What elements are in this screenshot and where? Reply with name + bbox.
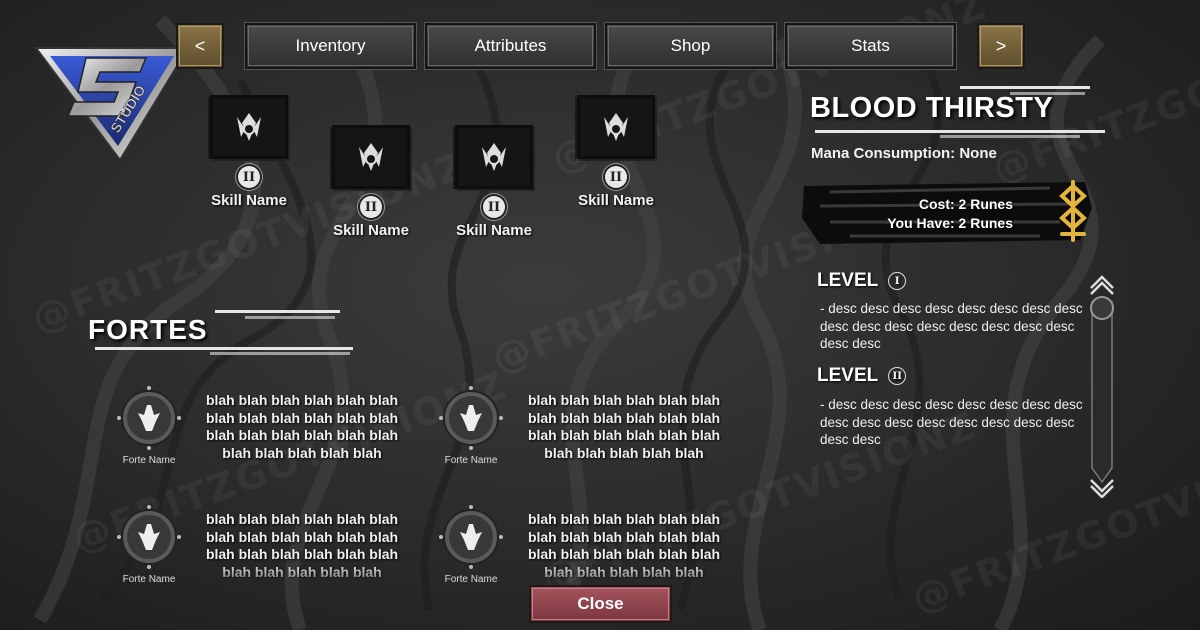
skill-crest-icon	[580, 98, 652, 156]
title-stroke	[815, 130, 1105, 133]
skill-name: Skill Name	[333, 222, 409, 239]
level-heading: LEVEL I	[817, 270, 907, 292]
skill-crest-icon	[458, 128, 530, 186]
forte-description: blah blah blah blah blah blah blah blah …	[205, 392, 399, 461]
forte-description: blah blah blah blah blah blah blah blah …	[527, 392, 721, 461]
forte-item[interactable]: Forte Name blah blah blah blah blah blah…	[114, 385, 434, 485]
skill-slot[interactable]: II Skill Name	[311, 128, 431, 239]
rune-icon	[1059, 180, 1087, 242]
title-stroke	[960, 86, 1090, 89]
forte-item[interactable]: Forte Name blah blah blah blah blah blah…	[436, 385, 756, 485]
mana-label: Mana Consumption:	[811, 145, 956, 162]
cost-line: Cost: 2 Runes	[918, 196, 1013, 212]
level-heading: LEVEL II	[817, 365, 907, 387]
level-label: LEVEL	[817, 365, 879, 386]
forte-emblem-icon	[117, 386, 181, 450]
rank-badge: II	[238, 166, 260, 188]
tab-stats[interactable]: Stats	[785, 23, 956, 69]
nav-prev-button[interactable]: <	[176, 23, 224, 69]
title-stroke	[940, 135, 1080, 138]
forte-name: Forte Name	[444, 455, 498, 466]
scroll-thumb[interactable]	[1090, 296, 1114, 320]
description-scrollbar[interactable]	[1085, 272, 1119, 498]
forte-name: Forte Name	[122, 574, 176, 585]
tab-attributes[interactable]: Attributes	[425, 23, 596, 69]
forte-description: blah blah blah blah blah blah blah blah …	[527, 511, 721, 580]
level-rank-badge: II	[888, 367, 907, 385]
level-description: - desc desc desc desc desc desc desc des…	[820, 301, 1083, 351]
mana-consumption: Mana Consumption: None	[811, 145, 997, 162]
forte-description: blah blah blah blah blah blah blah blah …	[205, 511, 399, 580]
skill-name: Skill Name	[456, 222, 532, 239]
title-stroke	[215, 310, 340, 313]
you-have-line: You Have: 2 Runes	[887, 215, 1013, 231]
title-stroke	[210, 352, 350, 355]
title-stroke	[95, 347, 353, 350]
forte-item[interactable]: Forte Name blah blah blah blah blah blah…	[114, 504, 434, 604]
level-rank-badge: I	[888, 272, 907, 290]
title-stroke	[245, 316, 335, 319]
studio-logo: STUDIO	[34, 47, 190, 162]
tab-inventory[interactable]: Inventory	[245, 23, 416, 69]
forte-name: Forte Name	[122, 455, 176, 466]
skill-detail-title: BLOOD THIRSTY	[810, 92, 1054, 124]
forte-emblem-icon	[117, 505, 181, 569]
rank-badge: II	[360, 196, 382, 218]
scroll-up-icon[interactable]	[1090, 275, 1114, 295]
rune-cost-text: Cost: 2 Runes You Have: 2 Runes	[887, 195, 1013, 233]
skill-slot[interactable]: II Skill Name	[189, 98, 309, 209]
mana-value: None	[959, 145, 997, 162]
forte-emblem-icon	[439, 505, 503, 569]
forte-name: Forte Name	[444, 574, 498, 585]
tab-shop[interactable]: Shop	[605, 23, 776, 69]
skill-crest-icon	[335, 128, 407, 186]
nav-next-button[interactable]: >	[977, 23, 1025, 69]
skill-slot[interactable]: II Skill Name	[434, 128, 554, 239]
level-label: LEVEL	[817, 270, 879, 291]
skill-name: Skill Name	[578, 192, 654, 209]
rune-cost-box: Cost: 2 Runes You Have: 2 Runes	[800, 178, 1095, 246]
fortes-title: FORTES	[88, 314, 208, 345]
skill-slot[interactable]: II Skill Name	[556, 98, 676, 209]
close-button[interactable]: Close	[529, 585, 672, 623]
skill-crest-icon	[213, 98, 285, 156]
skill-name: Skill Name	[211, 192, 287, 209]
forte-emblem-icon	[439, 386, 503, 450]
rank-badge: II	[605, 166, 627, 188]
level-description: - desc desc desc desc desc desc desc des…	[820, 397, 1083, 447]
rank-badge: II	[483, 196, 505, 218]
